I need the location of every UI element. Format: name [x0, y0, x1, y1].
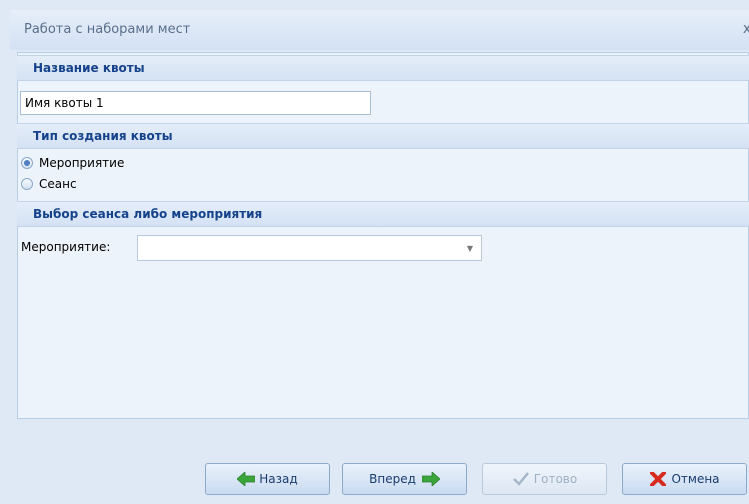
event-field-label: Мероприятие: — [21, 240, 111, 254]
cancel-button-label: Отмена — [671, 472, 720, 486]
arrow-right-icon — [421, 472, 440, 486]
quota-name-input[interactable] — [20, 91, 371, 115]
next-button-label: Вперед — [369, 472, 416, 486]
section-creation-type: Тип создания квоты — [17, 123, 749, 149]
radio-session-button[interactable] — [21, 178, 33, 190]
close-button[interactable]: x — [738, 20, 749, 38]
section-creation-type-title: Тип создания квоты — [33, 129, 173, 143]
section-quota-name: Название квоты — [17, 55, 749, 81]
radio-session-label: Сеанс — [39, 177, 77, 191]
event-select[interactable]: ▼ — [137, 235, 482, 261]
radio-event-label: Мероприятие — [39, 156, 125, 170]
next-button[interactable]: Вперед — [342, 463, 467, 495]
radio-event[interactable]: Мероприятие — [21, 155, 124, 171]
section-quota-name-title: Название квоты — [33, 61, 145, 75]
back-button[interactable]: Назад — [205, 463, 330, 495]
done-button-label: Готово — [533, 472, 578, 486]
cancel-button[interactable]: Отмена — [622, 463, 747, 495]
red-x-icon — [650, 472, 667, 486]
section-selection: Выбор сеанса либо мероприятия — [17, 201, 749, 227]
radio-session[interactable]: Сеанс — [21, 176, 77, 192]
section-selection-title: Выбор сеанса либо мероприятия — [33, 207, 263, 221]
title-bar[interactable]: Работа с наборами мест x — [10, 10, 749, 50]
checkmark-icon — [512, 472, 529, 486]
done-button[interactable]: Готово — [482, 463, 607, 495]
dialog-window: Работа с наборами мест x Название квоты … — [0, 0, 749, 504]
arrow-left-icon — [237, 472, 256, 486]
back-button-label: Назад — [259, 472, 298, 486]
window-title: Работа с наборами мест — [24, 22, 191, 37]
chevron-down-icon[interactable]: ▼ — [467, 244, 473, 253]
radio-event-button[interactable] — [21, 157, 33, 169]
